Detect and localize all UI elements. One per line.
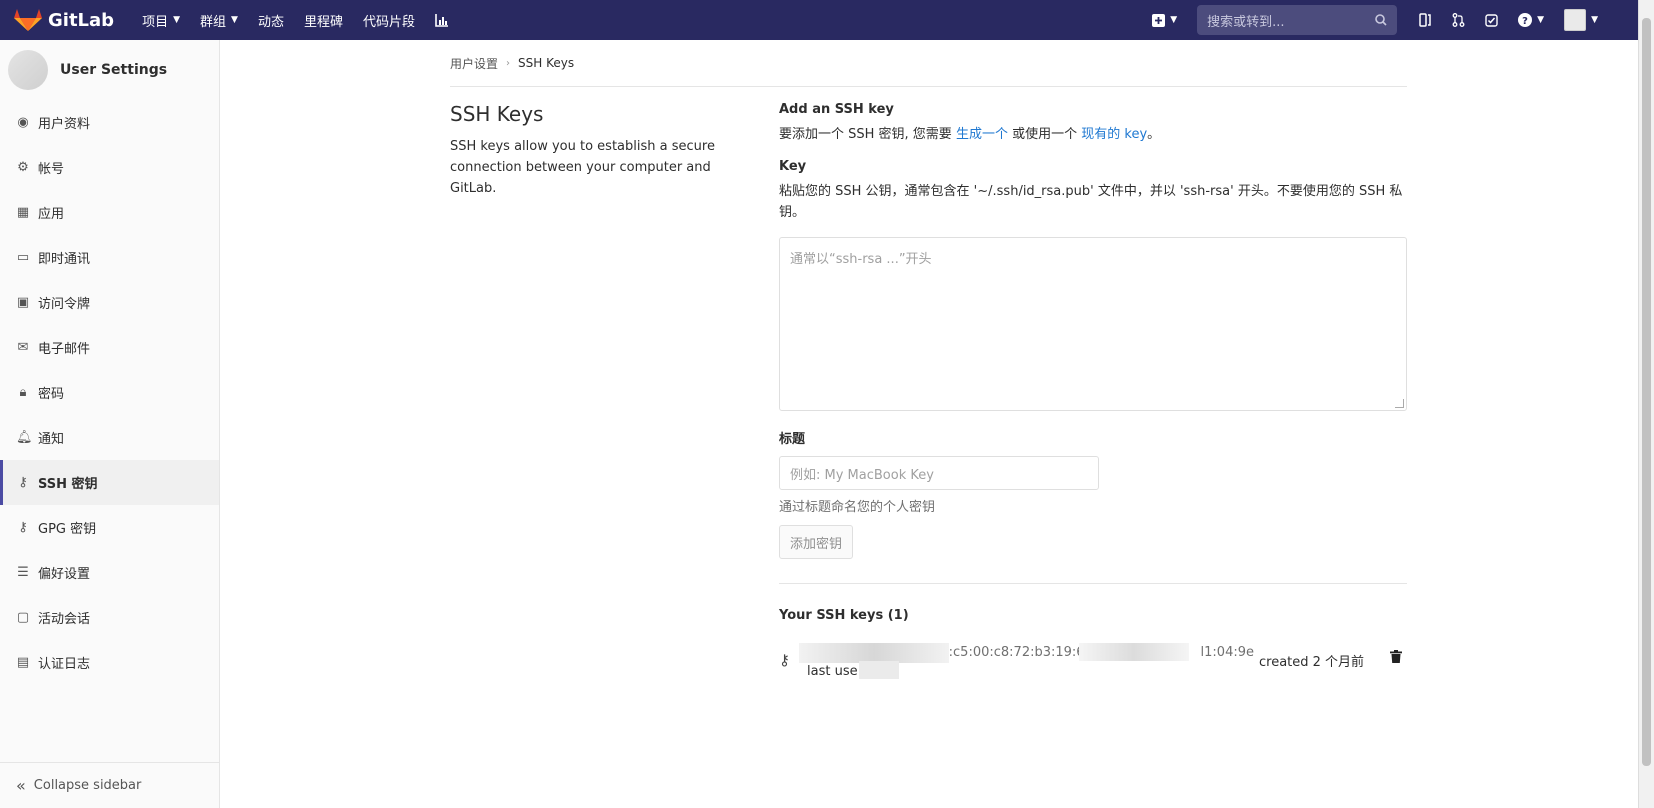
key-created: created 2 个月前: [1259, 655, 1365, 670]
sidebar-item-notifications[interactable]: 🔔︎ 通知: [0, 415, 219, 460]
chart-icon[interactable]: [435, 11, 449, 30]
trash-icon: [1390, 650, 1402, 663]
breadcrumb-current[interactable]: SSH Keys: [518, 56, 574, 70]
main-content: 用户设置 › SSH Keys SSH Keys SSH keys allow …: [450, 40, 1407, 679]
todo-icon[interactable]: [1485, 13, 1498, 27]
sidebar-item-emails[interactable]: ✉ 电子邮件: [0, 325, 219, 370]
sidebar-item-auth-log[interactable]: ▤ 认证日志: [0, 640, 219, 685]
brand[interactable]: GitLab: [14, 8, 114, 32]
avatar: [8, 50, 48, 90]
divider: [779, 583, 1407, 584]
sidebar-header[interactable]: User Settings: [0, 40, 219, 100]
double-chevron-left-icon: «: [16, 776, 26, 795]
mail-icon: ✉: [17, 340, 29, 355]
generate-key-link[interactable]: 生成一个: [956, 127, 1008, 142]
ssh-key-form: Add an SSH key 要添加一个 SSH 密钥, 您需要 生成一个 或使…: [779, 102, 1407, 687]
chevron-down-icon: ▼: [173, 15, 180, 25]
user-menu-button[interactable]: ▼: [1564, 9, 1598, 31]
profile-icon: ◉: [17, 115, 29, 130]
chevron-down-icon: ▼: [1591, 15, 1598, 25]
sidebar-item-chat[interactable]: ▭ 即时通讯: [0, 235, 219, 280]
add-key-heading: Add an SSH key: [779, 102, 894, 117]
sidebar-title: User Settings: [60, 62, 168, 78]
settings-sidebar: User Settings ◉ 用户资料 ⚙ 帐号 ▦ 应用 ▭ 即时通讯 ▣ 访问令牌 …: [0, 40, 220, 808]
token-icon: ▣: [16, 295, 30, 310]
new-item-button[interactable]: ▼: [1152, 13, 1178, 27]
gitlab-logo-icon: [14, 9, 42, 31]
your-keys-heading: Your SSH keys (1): [779, 608, 909, 623]
sidebar-item-applications[interactable]: ▦ 应用: [0, 190, 219, 235]
sidebar-item-profile[interactable]: ◉ 用户资料: [0, 100, 219, 145]
key-last-used: last use: [807, 664, 858, 679]
redacted-fingerprint: [1079, 643, 1189, 661]
account-icon: ⚙: [17, 160, 29, 175]
svg-text:?: ?: [1522, 16, 1528, 27]
sidebar-item-access-tokens[interactable]: ▣ 访问令牌: [0, 280, 219, 325]
chevron-right-icon: ›: [506, 57, 511, 69]
issues-icon[interactable]: [1419, 13, 1432, 27]
top-navbar: GitLab 项目 ▼ 群组 ▼ 动态 里程碑 代码片段 ▼ 搜索或转到... ?: [0, 0, 1638, 40]
page-title: SSH Keys: [450, 102, 544, 126]
brand-name: GitLab: [48, 9, 115, 31]
sidebar-item-gpg-keys[interactable]: ⚷ GPG 密钥: [0, 505, 219, 550]
chevron-down-icon: ▼: [1170, 15, 1178, 25]
sidebar-item-preferences[interactable]: ☰ 偏好设置: [0, 550, 219, 595]
title-label: 标题: [779, 432, 806, 447]
sidebar-item-account[interactable]: ⚙ 帐号: [0, 145, 219, 190]
nav-groups[interactable]: 群组 ▼: [200, 11, 238, 30]
plus-square-icon: [1152, 13, 1166, 27]
delete-key-button[interactable]: [1390, 650, 1402, 667]
existing-key-link[interactable]: 现有的 key: [1081, 127, 1147, 142]
chevron-down-icon: ▼: [1537, 15, 1545, 25]
chat-icon: ▭: [16, 250, 30, 265]
title-help-text: 通过标题命名您的个人密钥: [779, 500, 936, 515]
key-label: Key: [779, 159, 807, 174]
nav-milestones[interactable]: 里程碑: [304, 11, 343, 30]
monitor-icon: ▢: [16, 610, 30, 625]
nav-snippets[interactable]: 代码片段: [363, 11, 415, 30]
nav-projects[interactable]: 项目 ▼: [142, 11, 180, 30]
key-textarea[interactable]: 通常以“ssh-rsa ...”开头: [779, 237, 1407, 411]
search-input[interactable]: 搜索或转到...: [1197, 5, 1398, 35]
search-icon: [1375, 14, 1387, 26]
help-button[interactable]: ? ▼: [1518, 13, 1544, 27]
key-help-text: 粘贴您的 SSH 公钥，通常包含在 '~/.ssh/id_rsa.pub' 文件…: [779, 184, 1403, 220]
bell-icon: 🔔︎: [16, 430, 33, 445]
collapse-sidebar-button[interactable]: «Collapse sidebar: [0, 762, 219, 808]
preferences-icon: ☰: [17, 565, 29, 580]
title-input[interactable]: 例如: My MacBook Key: [779, 456, 1099, 490]
page-scrollbar[interactable]: [1638, 0, 1654, 808]
scrollbar-thumb[interactable]: [1642, 18, 1651, 766]
applications-icon: ▦: [16, 205, 30, 220]
sidebar-item-active-sessions[interactable]: ▢ 活动会话: [0, 595, 219, 640]
intro-panel: SSH Keys SSH keys allow you to establish…: [450, 102, 750, 199]
search-placeholder: 搜索或转到...: [1207, 14, 1285, 30]
page-description: SSH keys allow you to establish a secure…: [450, 139, 715, 196]
title-placeholder: 例如: My MacBook Key: [790, 467, 934, 483]
help-icon: ?: [1518, 13, 1533, 27]
add-key-button[interactable]: 添加密钥: [779, 525, 854, 559]
key-icon: ⚷: [18, 475, 28, 490]
redacted-key-title: [799, 643, 949, 663]
chevron-down-icon: ▼: [231, 15, 238, 25]
key-icon: ⚷: [779, 651, 790, 669]
add-key-instructions: 要添加一个 SSH 密钥, 您需要 生成一个 或使用一个 现有的 key。: [779, 127, 1161, 142]
key-placeholder: 通常以“ssh-rsa ...”开头: [790, 252, 932, 267]
breadcrumb: 用户设置 › SSH Keys: [450, 40, 1407, 87]
nav-activity[interactable]: 动态: [258, 11, 284, 30]
breadcrumb-parent[interactable]: 用户设置: [450, 55, 498, 72]
lock-icon: 🔒︎: [19, 385, 27, 400]
ssh-key-row[interactable]: ⚷ m f2:c5:00:c8:72:b3:19:69: l1:04:9e la…: [779, 637, 1407, 687]
sidebar-item-ssh-keys[interactable]: ⚷ SSH 密钥: [0, 460, 219, 505]
merge-request-icon[interactable]: [1452, 13, 1465, 27]
key-icon: ⚷: [18, 520, 28, 535]
redacted-last-used: [859, 661, 899, 679]
log-icon: ▤: [16, 655, 30, 670]
sidebar-item-password[interactable]: 🔒︎ 密码: [0, 370, 219, 415]
avatar: [1564, 9, 1587, 31]
